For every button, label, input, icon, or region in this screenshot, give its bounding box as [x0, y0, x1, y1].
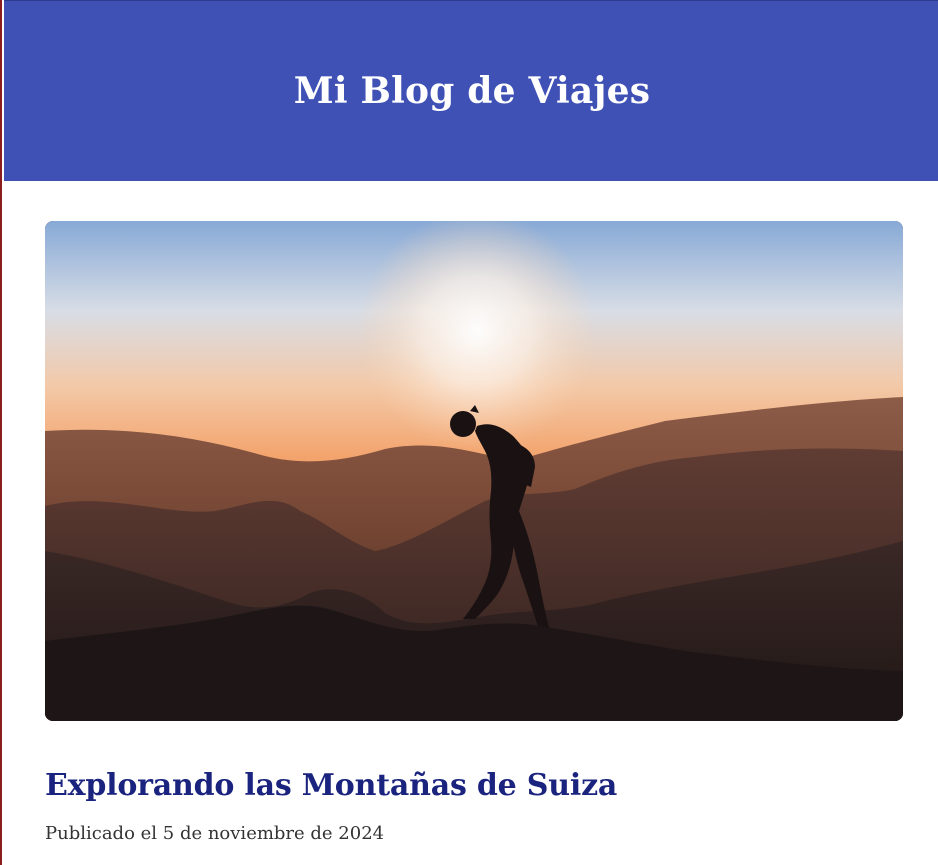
site-header: Mi Blog de Viajes	[4, 0, 938, 181]
post-title[interactable]: Explorando las Montañas de Suiza	[45, 768, 617, 804]
hero-image-illustration	[45, 221, 903, 721]
post-date: Publicado el 5 de noviembre de 2024	[45, 823, 385, 844]
site-title: Mi Blog de Viajes	[293, 70, 651, 112]
hero-image	[45, 221, 903, 721]
